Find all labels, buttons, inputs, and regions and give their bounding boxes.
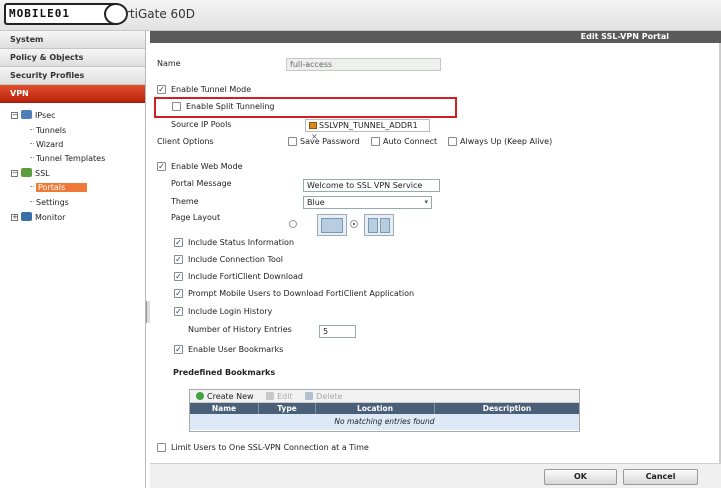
monitor-icon: [21, 212, 32, 221]
page-layout-label: Page Layout: [171, 213, 221, 222]
save-password-checkbox[interactable]: [288, 137, 297, 146]
ssl-collapse-icon[interactable]: −: [11, 170, 18, 177]
client-options-label: Client Options: [157, 137, 214, 146]
enable-split-tunneling-label: Enable Split Tunneling: [186, 102, 275, 111]
name-label: Name: [157, 59, 181, 68]
save-password-label: Save Password: [300, 137, 360, 146]
tree-item-tunnels[interactable]: Tunnels: [30, 124, 66, 138]
edit-portal-panel: Edit SSL-VPN Portal Name full-access ✓ E…: [150, 31, 721, 488]
enable-web-mode-label: Enable Web Mode: [171, 162, 243, 171]
source-ip-pools-label: Source IP Pools: [171, 120, 232, 129]
history-entries-field[interactable]: 5: [319, 325, 356, 338]
portal-message-field[interactable]: Welcome to SSL VPN Service: [303, 179, 440, 192]
tree-item-tunnel-templates[interactable]: Tunnel Templates: [30, 152, 105, 166]
monitor-expand-icon[interactable]: +: [11, 214, 18, 221]
name-field[interactable]: full-access: [286, 58, 441, 71]
ssl-folder-icon: [21, 168, 32, 177]
include-forticlient-download-label: Include FortiClient Download: [188, 272, 303, 281]
enable-split-tunneling-checkbox[interactable]: [172, 102, 181, 111]
tree-item-monitor[interactable]: Monitor: [21, 211, 65, 225]
bookmarks-table-header: Name Type Location Description: [190, 403, 579, 414]
ok-button[interactable]: OK: [544, 469, 617, 485]
tree-item-portals[interactable]: Portals: [30, 181, 88, 195]
history-entries-label: Number of History Entries: [188, 325, 292, 334]
bookmarks-toolbar: Create New Edit Delete: [190, 390, 579, 403]
sidebar: System Policy & Objects Security Profile…: [0, 31, 146, 488]
enable-user-bookmarks-checkbox[interactable]: ✓: [174, 345, 183, 354]
site-logo: MOBILE01: [4, 3, 128, 25]
limit-users-label: Limit Users to One SSL-VPN Connection at…: [171, 443, 369, 452]
trash-icon: [305, 392, 314, 400]
edit-button[interactable]: Edit: [266, 392, 293, 401]
ipsec-folder-icon: [21, 110, 32, 119]
tree-item-ssl[interactable]: SSL: [21, 167, 50, 181]
logo-text: MOBILE01: [9, 7, 70, 20]
column-type[interactable]: Type: [259, 403, 316, 414]
theme-value: Blue: [307, 198, 325, 207]
always-up-checkbox[interactable]: [448, 137, 457, 146]
bookmarks-table: Create New Edit Delete Name Type Locatio…: [189, 389, 580, 432]
prompt-mobile-users-checkbox[interactable]: ✓: [174, 289, 183, 298]
product-title: rtiGate 60D: [125, 7, 196, 21]
theme-label: Theme: [171, 197, 199, 206]
address-icon: [309, 122, 317, 129]
pencil-icon: [266, 392, 275, 400]
include-login-history-label: Include Login History: [188, 307, 273, 316]
chevron-down-icon: ▾: [424, 198, 428, 206]
nav-policy-objects[interactable]: Policy & Objects: [0, 49, 145, 67]
include-login-history-checkbox[interactable]: ✓: [174, 307, 183, 316]
column-name[interactable]: Name: [190, 403, 259, 414]
enable-web-mode-checkbox[interactable]: ✓: [157, 162, 166, 171]
top-bar: MOBILE01 rtiGate 60D: [0, 0, 721, 31]
enable-tunnel-mode-label: Enable Tunnel Mode: [171, 85, 252, 94]
layout-two-column-radio[interactable]: [350, 220, 358, 228]
auto-connect-checkbox[interactable]: [371, 137, 380, 146]
always-up-label: Always Up (Keep Alive): [460, 137, 553, 146]
tree-item-settings[interactable]: Settings: [30, 196, 69, 210]
create-new-button[interactable]: Create New: [196, 392, 254, 401]
auto-connect-label: Auto Connect: [383, 137, 438, 146]
layout-single-radio[interactable]: [289, 220, 297, 228]
include-forticlient-download-checkbox[interactable]: ✓: [174, 272, 183, 281]
layout-two-column-icon[interactable]: [364, 214, 394, 236]
enable-tunnel-mode-checkbox[interactable]: ✓: [157, 85, 166, 94]
predefined-bookmarks-title: Predefined Bookmarks: [173, 368, 276, 377]
empty-message: No matching entries found: [190, 414, 579, 430]
cancel-button[interactable]: Cancel: [623, 469, 698, 485]
column-description[interactable]: Description: [435, 403, 579, 414]
nav-system[interactable]: System: [0, 31, 145, 49]
ipsec-collapse-icon[interactable]: −: [11, 112, 18, 119]
column-location[interactable]: Location: [316, 403, 435, 414]
include-connection-tool-label: Include Connection Tool: [188, 255, 284, 264]
source-ip-pool-chip[interactable]: SSLVPN_TUNNEL_ADDR1 ×: [305, 119, 430, 141]
nav-vpn[interactable]: VPN: [0, 85, 145, 103]
theme-select[interactable]: Blue ▾: [303, 196, 432, 209]
include-status-checkbox[interactable]: ✓: [174, 238, 183, 247]
enable-user-bookmarks-label: Enable User Bookmarks: [188, 345, 284, 354]
include-status-label: Include Status Information: [188, 238, 295, 247]
tree-item-wizard[interactable]: Wizard: [30, 138, 63, 152]
portal-message-label: Portal Message: [171, 179, 232, 188]
panel-title: Edit SSL-VPN Portal: [150, 31, 721, 43]
limit-users-checkbox[interactable]: [157, 443, 166, 452]
tree-item-ipsec[interactable]: IPsec: [21, 109, 56, 123]
nav-security-profiles[interactable]: Security Profiles: [0, 67, 145, 85]
prompt-mobile-users-label: Prompt Mobile Users to Download FortiCli…: [188, 289, 415, 298]
layout-single-column-icon[interactable]: [317, 214, 347, 236]
dialog-footer: OK Cancel: [150, 463, 721, 488]
plus-circle-icon: [196, 392, 204, 400]
include-connection-tool-checkbox[interactable]: ✓: [174, 255, 183, 264]
delete-button[interactable]: Delete: [305, 392, 342, 401]
